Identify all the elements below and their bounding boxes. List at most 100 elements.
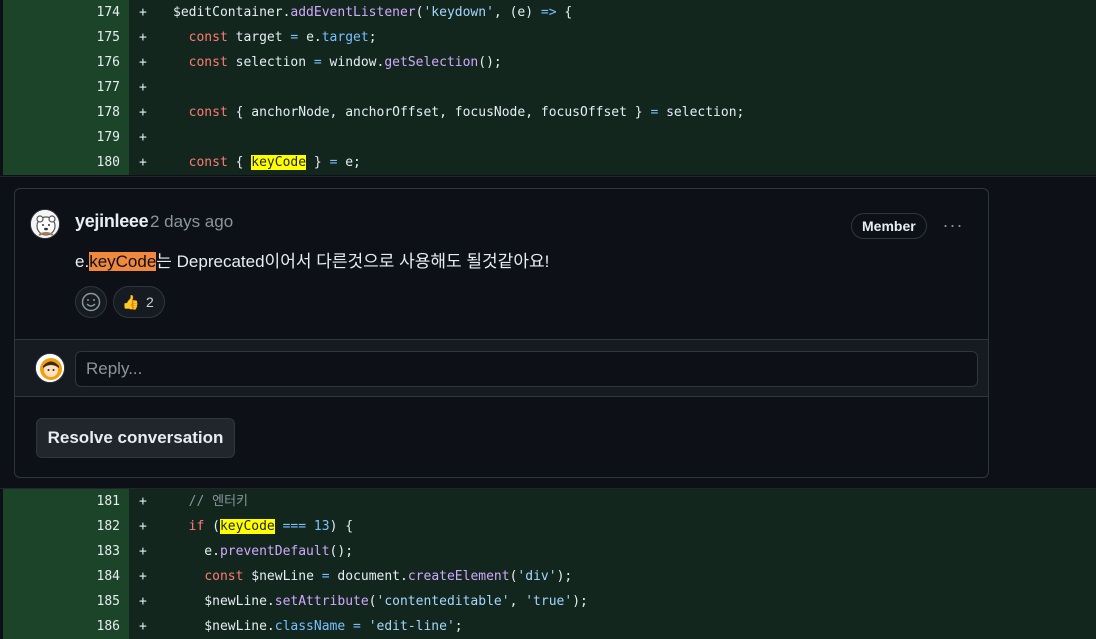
line-number: 178 — [96, 105, 120, 120]
more-options-icon[interactable]: ··· — [940, 213, 966, 237]
diff-line: 185 + $newLine.setAttribute('contentedita… — [0, 589, 1096, 614]
thumbs-up-icon: 👍 — [122, 294, 140, 310]
code-token: selection — [227, 55, 314, 70]
line-number: 185 — [96, 594, 120, 609]
diff-line: 182 + if (keyCode === 13) { — [0, 514, 1096, 539]
code-token: ( — [204, 519, 220, 534]
reply-input[interactable] — [75, 351, 978, 387]
review-comment: yejinleee 2 days ago Member ··· e.keyCod… — [15, 189, 988, 339]
line-number: 183 — [96, 544, 120, 559]
add-reaction-button[interactable] — [75, 286, 107, 318]
code-text: const $newLine = document.createElement(… — [173, 564, 572, 589]
resolve-conversation-button[interactable]: Resolve conversation — [36, 418, 235, 458]
diff-sign: + — [139, 55, 147, 70]
diff-line: 184 + const $newLine = document.createEle… — [0, 564, 1096, 589]
line-number-gutter[interactable]: 182 — [3, 514, 129, 539]
code-token: { — [227, 155, 252, 170]
diff-sign: + — [139, 594, 147, 609]
thumbs-up-reaction[interactable]: 👍 2 — [113, 286, 165, 318]
review-thread-row: yejinleee 2 days ago Member ··· e.keyCod… — [0, 176, 1096, 489]
code-token: , (e) — [493, 5, 541, 20]
code-token: window. — [321, 55, 385, 70]
line-number: 177 — [96, 80, 120, 95]
line-number: 174 — [96, 5, 120, 20]
author-avatar[interactable] — [30, 209, 60, 239]
code-token: const — [204, 569, 244, 584]
code-token: setAttribute — [274, 594, 369, 609]
code-token: ); — [556, 569, 573, 584]
comment-body-prefix: e. — [75, 252, 90, 271]
code-token: (); — [478, 55, 502, 70]
line-number-gutter[interactable]: 175 — [3, 25, 129, 50]
code-token: 'keydown' — [423, 5, 494, 20]
code-token: $editContainer. — [173, 5, 291, 20]
line-number: 186 — [96, 619, 120, 634]
diff-line: 178 + const { anchorNode, anchorOffset, f… — [0, 100, 1096, 125]
line-number-gutter[interactable]: 174 — [3, 0, 129, 25]
line-number-gutter[interactable]: 183 — [3, 539, 129, 564]
code-token: addEventListener — [290, 5, 416, 20]
code-token: const — [188, 30, 228, 45]
code-text: const { keyCode } = e; — [173, 150, 361, 175]
diff-line: 174 + $editContainer.addEventListener('key… — [0, 0, 1096, 25]
comment-timestamp[interactable]: 2 days ago — [150, 212, 233, 232]
code-text: const selection = window.getSelection(); — [173, 50, 502, 75]
line-number-gutter[interactable]: 177 — [3, 75, 129, 100]
line-number-gutter[interactable]: 178 — [3, 100, 129, 125]
line-number-gutter[interactable]: 184 — [3, 564, 129, 589]
reply-bar — [15, 339, 988, 397]
code-token: e. — [173, 544, 220, 559]
code-token: { — [556, 5, 573, 20]
code-cell — [129, 489, 1096, 514]
line-number: 182 — [96, 519, 120, 534]
comment-body-suffix: 는 Deprecated이어서 다른것으로 사용해도 될것같아요! — [156, 252, 550, 271]
code-token: , — [509, 594, 526, 609]
code-token: } — [306, 155, 330, 170]
code-token: const — [188, 105, 228, 120]
code-token: ) { — [329, 519, 354, 534]
diff-sign: + — [139, 80, 147, 95]
diff-line: 179 + — [0, 125, 1096, 150]
line-number-gutter[interactable]: 181 — [3, 489, 129, 514]
line-number-gutter[interactable]: 186 — [3, 614, 129, 639]
code-token: ); — [572, 594, 588, 609]
line-number-gutter[interactable]: 179 — [3, 125, 129, 150]
diff-sign: + — [139, 519, 147, 534]
code-token: = — [313, 55, 322, 70]
reaction-count: 2 — [146, 294, 154, 310]
line-number: 175 — [96, 30, 120, 45]
code-token: 'div' — [517, 569, 557, 584]
code-token: const — [188, 155, 228, 170]
line-number-gutter[interactable]: 180 — [3, 150, 129, 175]
code-token: getSelection — [384, 55, 479, 70]
code-cell — [129, 125, 1096, 150]
diff-sign: + — [139, 30, 147, 45]
line-number-gutter[interactable]: 185 — [3, 589, 129, 614]
code-token: === — [282, 519, 307, 534]
line-number: 179 — [96, 130, 120, 145]
code-text: $newLine.setAttribute('contenteditable',… — [173, 589, 588, 614]
line-number: 180 — [96, 155, 120, 170]
member-badge: Member — [851, 213, 927, 239]
code-token: selection; — [658, 105, 745, 120]
current-user-avatar[interactable] — [35, 353, 65, 383]
code-token: 13 — [313, 519, 330, 534]
user-avatar-icon — [36, 354, 64, 382]
code-token: $newLine. — [173, 619, 275, 634]
code-text: // 엔터키 — [173, 489, 248, 514]
diff-sign: + — [139, 130, 147, 145]
code-token: ( — [368, 594, 377, 609]
comment-author[interactable]: yejinleee — [75, 211, 149, 232]
code-text: $editContainer.addEventListener('keydown… — [173, 0, 572, 25]
code-token: if — [188, 519, 205, 534]
diff-hunk-top: 174 + $editContainer.addEventListener('key… — [0, 0, 1096, 175]
code-token: = — [321, 569, 330, 584]
code-token: const — [188, 55, 228, 70]
line-number-gutter[interactable]: 176 — [3, 50, 129, 75]
code-text: const target = e.target; — [173, 25, 377, 50]
diff-line: 175 + const target = e.target; — [0, 25, 1096, 50]
